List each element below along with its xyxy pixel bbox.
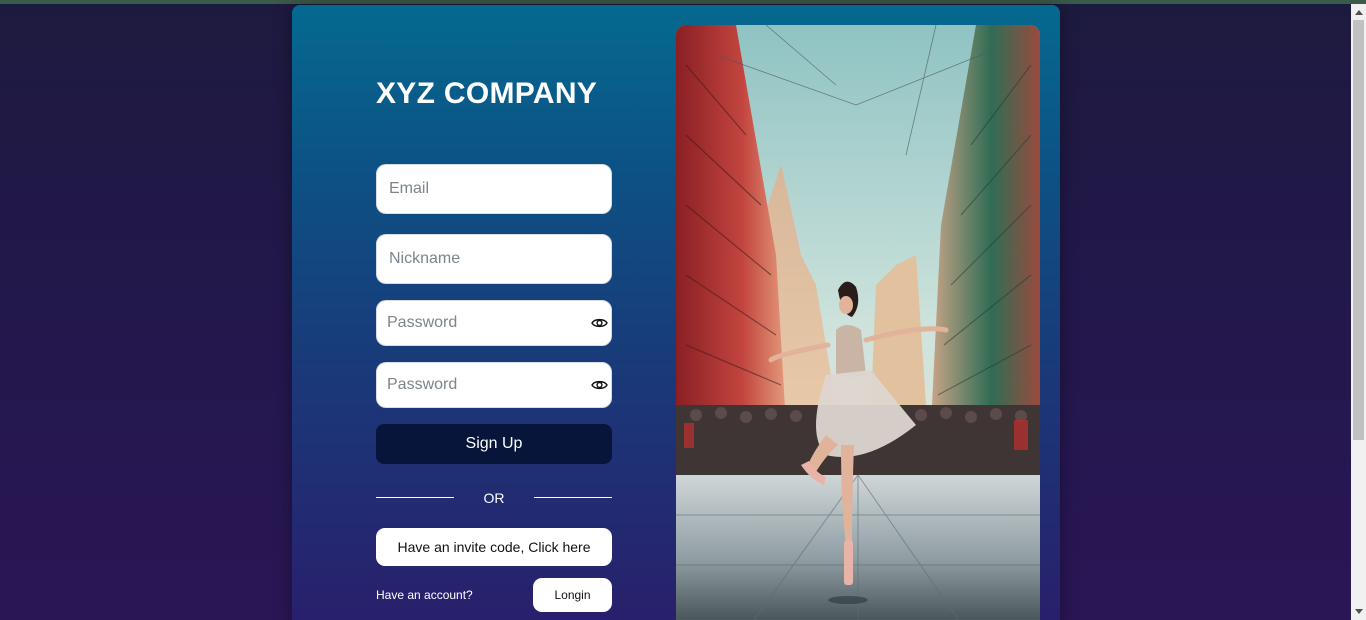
email-input[interactable]	[377, 180, 611, 198]
signup-card: XYZ COMPANY Sign Up OR Have an invite co…	[292, 5, 1060, 620]
eye-icon[interactable]	[590, 378, 608, 392]
eye-icon[interactable]	[590, 316, 608, 330]
signup-button[interactable]: Sign Up	[376, 424, 612, 464]
email-field[interactable]	[376, 164, 612, 214]
scroll-up-icon[interactable]	[1355, 10, 1363, 15]
nickname-field[interactable]	[376, 234, 612, 284]
ballerina-street-photo	[676, 25, 1040, 620]
nickname-input[interactable]	[377, 250, 611, 268]
password-input[interactable]	[377, 314, 611, 332]
vertical-scrollbar[interactable]	[1351, 4, 1366, 620]
or-label: OR	[483, 490, 505, 506]
scrollbar-thumb[interactable]	[1353, 20, 1364, 440]
photo-illustration	[676, 25, 1040, 620]
or-divider: OR	[376, 489, 612, 507]
confirm-password-input[interactable]	[377, 376, 611, 394]
confirm-password-field[interactable]	[376, 362, 612, 408]
login-button[interactable]: Longin	[533, 578, 612, 612]
have-account-label: Have an account?	[376, 588, 473, 602]
invite-code-button[interactable]: Have an invite code, Click here	[376, 528, 612, 566]
browser-top-strip	[0, 0, 1366, 4]
scroll-down-icon[interactable]	[1355, 609, 1363, 614]
company-title: XYZ COMPANY	[376, 77, 598, 110]
divider-line-right	[534, 497, 612, 498]
password-field[interactable]	[376, 300, 612, 346]
